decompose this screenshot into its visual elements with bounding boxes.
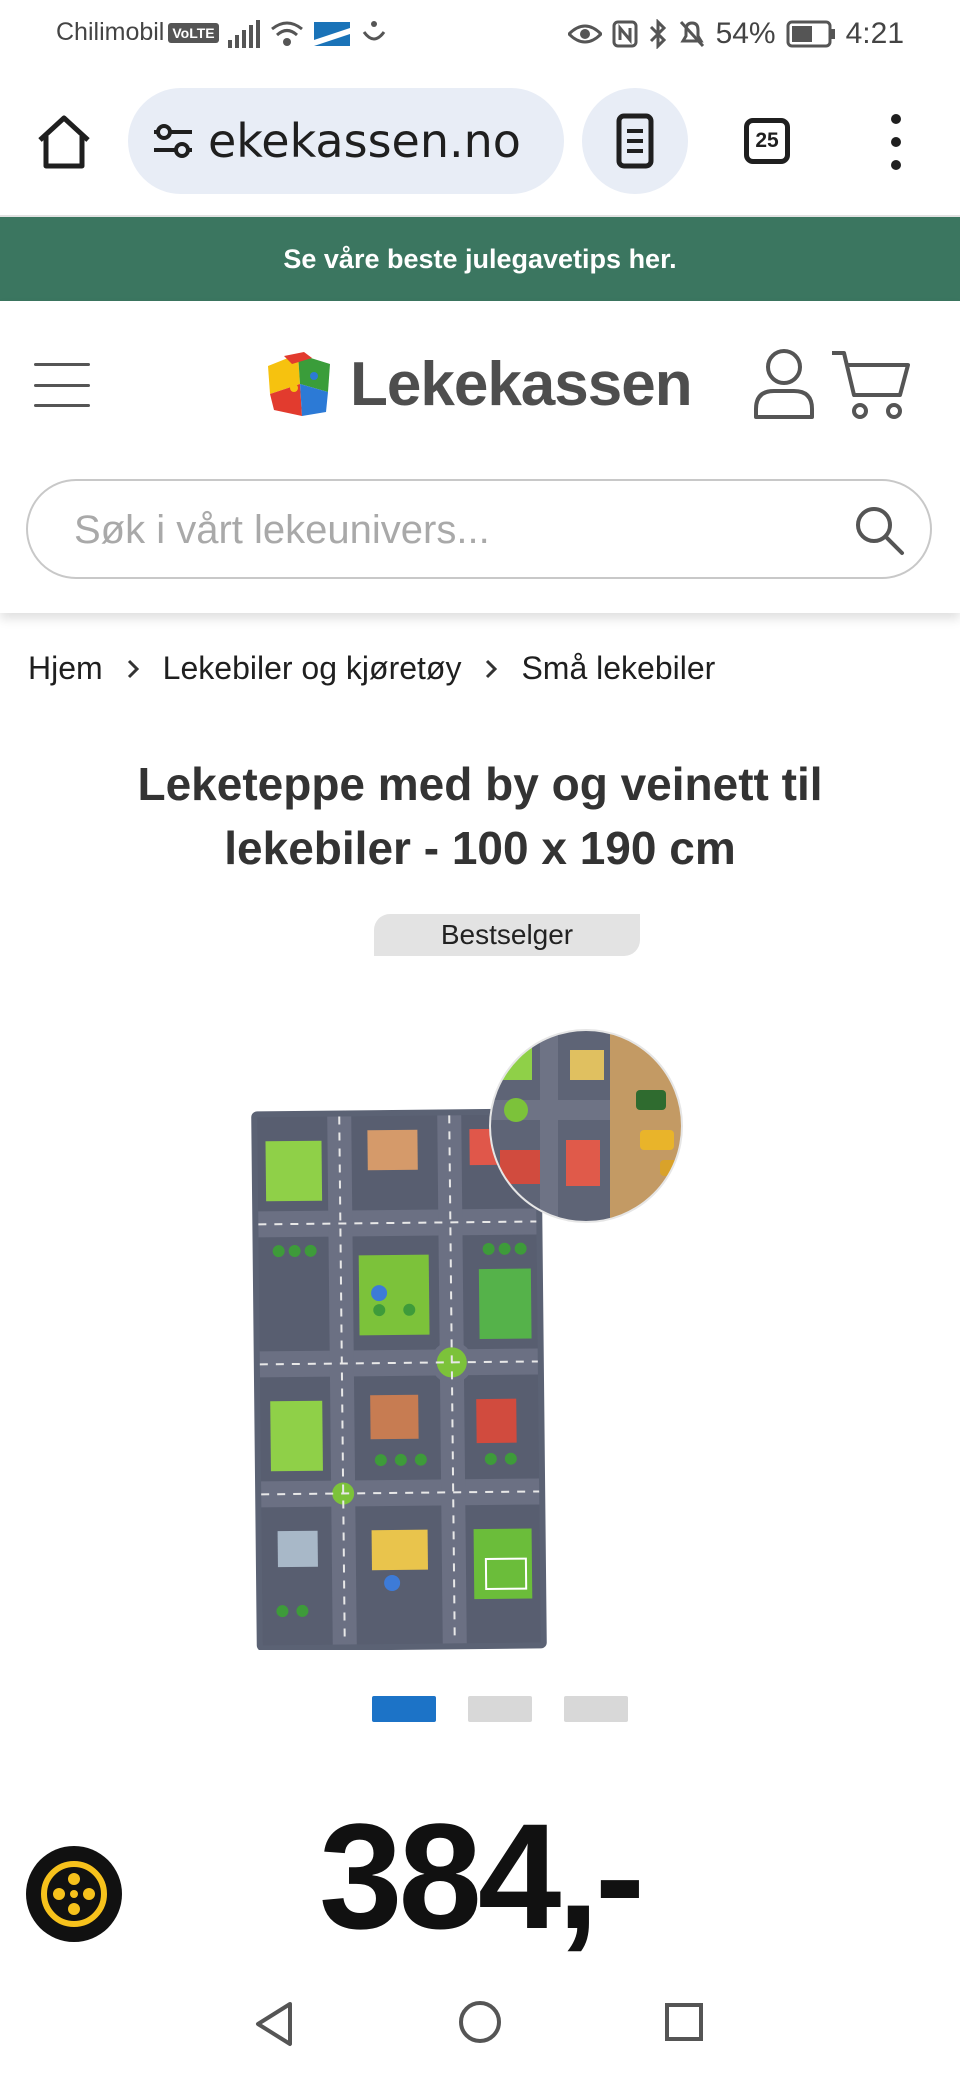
eye-icon: [567, 24, 602, 44]
chevron-right-icon: [486, 659, 498, 678]
reader-mode-icon: [616, 113, 654, 169]
logo-text: Lekekassen: [350, 349, 693, 419]
search-box: [26, 479, 932, 579]
system-navigation-bar: [0, 1980, 960, 2080]
browser-menu-icon[interactable]: [878, 114, 914, 170]
browser-toolbar: ekekassen.no 25: [0, 70, 960, 217]
nfc-icon: [612, 20, 638, 48]
signal-icon: [228, 20, 260, 48]
address-bar[interactable]: ekekassen.no: [128, 88, 564, 194]
site-header: Lekekassen: [0, 301, 960, 613]
tab-count: 25: [755, 129, 779, 152]
bluetooth-icon: [649, 19, 666, 49]
image-carousel-indicators: [372, 1696, 628, 1722]
battery-percent: 54%: [715, 17, 776, 50]
clock: 4:21: [845, 17, 904, 50]
reader-mode-button[interactable]: [582, 88, 688, 194]
site-logo[interactable]: Lekekassen: [264, 347, 693, 421]
promo-banner[interactable]: Se våre beste julegavetips her.: [0, 217, 960, 301]
tab-switcher-button[interactable]: 25: [744, 118, 790, 164]
recent-apps-icon[interactable]: [664, 2002, 704, 2042]
volte-badge: VoLTE: [168, 23, 219, 44]
status-right: 54% 4:21: [567, 14, 904, 54]
chevron-right-icon: [127, 659, 139, 678]
mute-bell-icon: [679, 20, 704, 48]
breadcrumb: Hjem Lekebiler og kjøretøy Små lekebiler: [28, 650, 715, 687]
back-icon[interactable]: [252, 2000, 296, 2048]
user-account-icon[interactable]: [752, 347, 816, 421]
search-input[interactable]: [72, 503, 836, 557]
search-icon[interactable]: [852, 503, 906, 557]
status-bar: Chilimobil VoLTE 54% 4:21: [0, 0, 960, 70]
carrier-label: Chilimobil: [56, 18, 165, 46]
product-price: 384,-: [319, 1792, 645, 1960]
carousel-dot-1[interactable]: [372, 1696, 436, 1722]
smile-icon: [362, 21, 386, 41]
accessibility-icon: [41, 1861, 107, 1927]
bestseller-badge: Bestselger: [374, 914, 640, 956]
product-title: Leketeppe med by og veinett til lekebile…: [137, 758, 823, 874]
carousel-dot-3[interactable]: [564, 1696, 628, 1722]
carrier-name: Chilimobil VoLTE: [56, 18, 219, 47]
site-settings-icon[interactable]: [150, 118, 196, 164]
wifi-icon: [271, 21, 303, 46]
network-icons: [228, 16, 388, 52]
breadcrumb-home[interactable]: Hjem: [28, 650, 103, 687]
promo-text: Se våre beste julegavetips her.: [283, 243, 677, 274]
breadcrumb-subcategory[interactable]: Små lekebiler: [521, 650, 715, 687]
app-notification-icon: [314, 22, 350, 46]
url-text: ekekassen.no: [208, 114, 521, 168]
accessibility-button[interactable]: [26, 1846, 122, 1942]
home-circle-icon[interactable]: [458, 2000, 502, 2044]
breadcrumb-category[interactable]: Lekebiler og kjøretøy: [163, 650, 462, 687]
home-icon[interactable]: [34, 112, 94, 172]
hamburger-menu-icon[interactable]: [34, 363, 90, 407]
carousel-dot-2[interactable]: [468, 1696, 532, 1722]
shopping-cart-icon[interactable]: [830, 349, 912, 421]
puzzle-cube-logo-icon: [268, 352, 330, 416]
battery-icon: [786, 20, 835, 48]
product-image[interactable]: [240, 1010, 720, 1650]
